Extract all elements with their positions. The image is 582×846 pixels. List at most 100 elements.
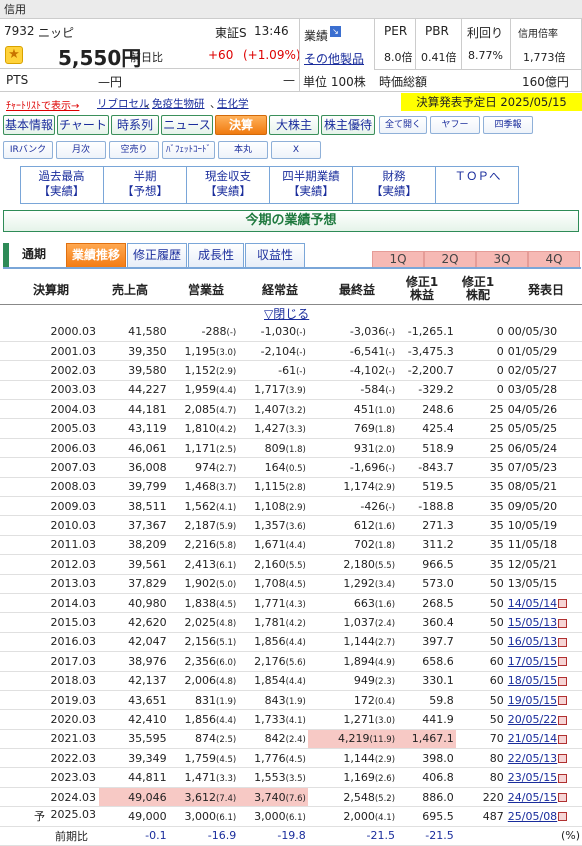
- cell-period: 2019.03: [0, 690, 99, 711]
- nav-timeseries[interactable]: 時系列: [111, 115, 159, 135]
- cell-operating: 1,195(3.0): [168, 341, 239, 362]
- yield-value: 8.77%: [468, 49, 503, 62]
- nav-open-all[interactable]: 全て開く: [379, 116, 427, 134]
- cell-yoy-value: -19.8: [238, 826, 308, 846]
- cell-operating: 1,171(2.5): [168, 438, 239, 459]
- results-table: 2000.03 41,580 -288(-) -1,030(-) -3,036(-) -1…: [0, 322, 582, 846]
- cell-sales: 42,620: [98, 612, 169, 633]
- cell-ordinary: 2,160(5.5): [238, 554, 308, 575]
- related-link-3[interactable]: 生化学: [217, 96, 249, 111]
- cell-period: 2005.03: [0, 418, 99, 439]
- cell-operating: 1,468(3.7): [168, 477, 239, 498]
- cell-period: 2016.03: [0, 632, 99, 653]
- header-operating: 営業益: [187, 283, 224, 297]
- cell-sales: 37,829: [98, 574, 169, 594]
- stock-code: 7932: [4, 24, 35, 38]
- cell-period: 2000.03: [0, 322, 99, 342]
- nav-shikiho[interactable]: 四季報: [483, 116, 533, 134]
- nav-shareholders[interactable]: 大株主: [269, 115, 319, 135]
- cell-period: 2015.03: [0, 612, 99, 633]
- subnav-quarter[interactable]: 四半期業績 【実績】: [269, 167, 352, 203]
- quarter-2q[interactable]: 2Q: [424, 251, 476, 268]
- nav-news[interactable]: ニュース: [161, 115, 213, 135]
- nav-chart[interactable]: チャート: [57, 115, 109, 135]
- quarter-3q[interactable]: 3Q: [476, 251, 528, 268]
- cell-dps: 487: [455, 806, 506, 827]
- cell-net: 1,144(2.9): [307, 748, 398, 769]
- cell-net: 949(2.3): [307, 671, 398, 691]
- cell-ordinary: 1,733(4.1): [238, 709, 308, 730]
- per-value: 8.0倍: [384, 51, 413, 64]
- cell-date: 03/05/28: [505, 380, 582, 401]
- chartlist-link[interactable]: ﾁｬｰﾄﾘｽﾄで表示→: [6, 97, 79, 112]
- nav-irbank[interactable]: IRバンク: [3, 141, 53, 159]
- cell-date: 16/05/13: [505, 632, 582, 653]
- related-link-1[interactable]: リブロセル: [97, 96, 150, 111]
- nav-x[interactable]: X: [271, 141, 321, 159]
- subnav-top[interactable]: ＴＯＰへ: [435, 167, 519, 203]
- cell-net: 663(1.6): [307, 593, 398, 614]
- nav-basic[interactable]: 基本情報: [3, 115, 55, 135]
- cell-ordinary: 1,357(3.6): [238, 515, 308, 536]
- cell-eps: 397.7: [397, 632, 456, 653]
- period-marker: [3, 243, 9, 267]
- cell-ordinary: 164(0.5): [238, 457, 308, 478]
- nav-honmaru[interactable]: 本丸: [218, 141, 268, 159]
- cell-eps: -3,475.3: [397, 341, 456, 362]
- nav-yahoo[interactable]: ヤフー: [430, 116, 480, 134]
- table-row: 2018.03 42,137 2,006(4.8) 1,854(4.4) 949(2.3…: [0, 671, 582, 691]
- header-dps: 修正1株配: [461, 275, 495, 302]
- cell-operating: 1,562(4.1): [168, 496, 239, 517]
- cell-sales: 39,580: [98, 360, 169, 381]
- change: +60: [208, 48, 234, 62]
- sector-label: 業績: [304, 29, 329, 43]
- table-row: 2022.03 39,349 1,759(4.5) 1,776(4.5) 1,144(2…: [0, 748, 582, 769]
- cell-operating: -288(-): [168, 322, 239, 342]
- cell-yoy-value: -0.1: [98, 826, 169, 846]
- tab-results-trend[interactable]: 業績推移: [66, 243, 126, 267]
- table-row: 2010.03 37,367 2,187(5.9) 1,357(3.6) 612(1.6…: [0, 515, 582, 536]
- cell-eps: 441.9: [397, 709, 456, 730]
- cell-period: 2024.03: [0, 787, 99, 808]
- cell-eps: 330.1: [397, 671, 456, 691]
- cell-yoy-value: -21.5: [307, 826, 398, 846]
- quarter-1q[interactable]: 1Q: [372, 251, 424, 268]
- cell-dps: 50: [455, 632, 506, 653]
- nav-short[interactable]: 空売り: [109, 141, 159, 159]
- cell-sales: 42,410: [98, 709, 169, 730]
- nav-buffett[interactable]: ﾊﾞﾌｪｯﾄｺｰﾄﾞ: [162, 141, 215, 159]
- cell-ordinary: 809(1.8): [238, 438, 308, 459]
- nav-benefits[interactable]: 株主優待: [321, 115, 375, 135]
- cell-operating: 2,216(5.8): [168, 535, 239, 556]
- tab-revisions[interactable]: 修正履歴: [127, 243, 187, 267]
- cell-net: -1,696(-): [307, 457, 398, 478]
- cell-net: -426(-): [307, 496, 398, 517]
- related-link-2[interactable]: 免疫生物研: [152, 96, 205, 111]
- cell-operating: 1,902(5.0): [168, 574, 239, 594]
- cell-ordinary: 842(2.4): [238, 729, 308, 750]
- sector-icon[interactable]: ↘: [330, 26, 341, 37]
- cell-operating: 2,413(6.1): [168, 554, 239, 575]
- cell-net: 2,180(5.5): [307, 554, 398, 575]
- section-title: 今期の業績予想: [3, 210, 579, 232]
- cell-eps: 311.2: [397, 535, 456, 556]
- nav-results[interactable]: 決算: [215, 115, 267, 135]
- margin-label: 信用倍率: [518, 29, 558, 40]
- tab-profitability[interactable]: 収益性: [245, 243, 305, 267]
- subnav-half[interactable]: 半期 【予想】: [103, 167, 186, 203]
- subnav-record[interactable]: 過去最高 【実績】: [20, 167, 103, 203]
- sector-link[interactable]: その他製品: [304, 50, 364, 67]
- cell-sales: 39,350: [98, 341, 169, 362]
- subnav-finance[interactable]: 財務 【実績】: [352, 167, 435, 203]
- star-icon[interactable]: ★: [5, 46, 23, 64]
- cell-eps: 519.5: [397, 477, 456, 498]
- close-link[interactable]: ▽閉じる: [264, 305, 309, 322]
- cell-date: 24/05/15: [505, 787, 582, 808]
- tab-growth[interactable]: 成長性: [188, 243, 244, 267]
- nav-monthly[interactable]: 月次: [56, 141, 106, 159]
- table-row: 2001.03 39,350 1,195(3.0) -2,104(-) -6,541(-…: [0, 341, 582, 362]
- subnav-cash[interactable]: 現金収支 【実績】: [186, 167, 269, 203]
- quarter-4q[interactable]: 4Q: [528, 251, 580, 268]
- cell-date: 21/05/14: [505, 729, 582, 750]
- cell-period: 2001.03: [0, 341, 99, 362]
